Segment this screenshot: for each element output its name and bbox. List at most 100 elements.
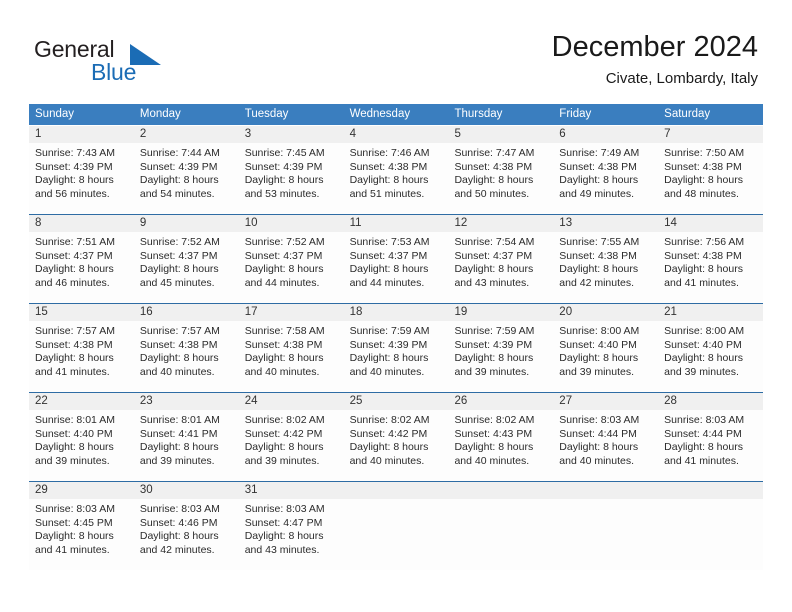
day-number[interactable]: 31 <box>239 482 344 499</box>
day-number[interactable]: 14 <box>658 215 763 232</box>
day-detail-line: and 49 minutes. <box>559 187 635 200</box>
day-number[interactable]: 24 <box>239 393 344 410</box>
day-number[interactable]: 16 <box>134 304 239 321</box>
page-title: December 2024 <box>551 31 758 63</box>
day-cell[interactable]: Sunrise: 7:52 AM Sunset: 4:37 PM Daylight:… <box>239 232 344 303</box>
day-cell[interactable]: Sunrise: 8:03 AM Sunset: 4:45 PM Daylight:… <box>29 499 134 570</box>
day-cell[interactable]: Sunrise: 8:00 AM Sunset: 4:40 PM Daylight:… <box>658 321 763 392</box>
day-cell[interactable]: Sunrise: 7:51 AM Sunset: 4:37 PM Daylight:… <box>29 232 134 303</box>
day-cell[interactable]: Sunrise: 8:03 AM Sunset: 4:44 PM Daylight:… <box>658 410 763 481</box>
day-number[interactable]: 23 <box>134 393 239 410</box>
day-number[interactable]: 29 <box>29 482 134 499</box>
day-number-empty <box>448 482 553 499</box>
day-detail-line: Sunrise: 7:53 AM <box>349 236 430 248</box>
day-number[interactable]: 28 <box>658 393 763 410</box>
day-detail-line: Daylight: 8 hours <box>139 441 219 454</box>
day-number[interactable]: 11 <box>344 215 449 232</box>
day-number[interactable]: 13 <box>553 215 658 232</box>
day-detail-line: Sunrise: 7:55 AM <box>559 236 640 248</box>
day-detail-line: Daylight: 8 hours <box>244 174 324 187</box>
day-number-empty <box>344 482 449 499</box>
day-detail-line: Sunrise: 7:43 AM <box>35 147 115 159</box>
day-cell[interactable]: Sunrise: 7:53 AM Sunset: 4:37 PM Daylight:… <box>344 232 449 303</box>
day-number-strip: 8 9 10 11 12 13 14 <box>29 215 763 232</box>
day-cell[interactable]: Sunrise: 7:59 AM Sunset: 4:39 PM Daylight:… <box>448 321 553 392</box>
day-detail-line: and 40 minutes. <box>139 365 215 378</box>
day-cell[interactable]: Sunrise: 7:57 AM Sunset: 4:38 PM Daylight:… <box>29 321 134 392</box>
day-cell[interactable]: Sunrise: 8:03 AM Sunset: 4:44 PM Daylight:… <box>553 410 658 481</box>
day-number[interactable]: 5 <box>448 126 553 143</box>
day-cell[interactable]: Sunrise: 7:56 AM Sunset: 4:38 PM Daylight:… <box>658 232 763 303</box>
day-cell[interactable]: Sunrise: 7:52 AM Sunset: 4:37 PM Daylight:… <box>134 232 239 303</box>
calendar-week-row: 8 9 10 11 12 13 14 Sunrise: 7:51 AM Sunset: 4:37… <box>29 214 763 303</box>
calendar-weeks: 1 2 3 4 5 6 7 Sunrise: 7:43 AM Sunset: 4:39 PM Da… <box>29 125 763 570</box>
day-detail-line: Sunrise: 7:58 AM <box>244 325 325 337</box>
day-detail-line: and 50 minutes. <box>454 187 530 200</box>
day-detail-line: Daylight: 8 hours <box>454 352 534 365</box>
day-cell[interactable]: Sunrise: 8:01 AM Sunset: 4:41 PM Daylight:… <box>134 410 239 481</box>
calendar-week-row: 1 2 3 4 5 6 7 Sunrise: 7:43 AM Sunset: 4:39 PM Da… <box>29 125 763 214</box>
day-number[interactable]: 7 <box>658 126 763 143</box>
day-number-empty <box>553 482 658 499</box>
day-cell[interactable]: Sunrise: 8:02 AM Sunset: 4:43 PM Daylight:… <box>448 410 553 481</box>
day-detail-line: Sunset: 4:45 PM <box>35 516 113 529</box>
day-detail-line: and 40 minutes. <box>559 454 635 467</box>
day-detail-strip: Sunrise: 8:01 AM Sunset: 4:40 PM Daylight:… <box>29 410 763 481</box>
day-number-strip: 15 16 17 18 19 20 21 <box>29 304 763 321</box>
day-cell[interactable]: Sunrise: 7:43 AM Sunset: 4:39 PM Daylight:… <box>29 143 134 214</box>
day-number[interactable]: 3 <box>239 126 344 143</box>
day-number[interactable]: 6 <box>553 126 658 143</box>
day-detail-line: Sunset: 4:39 PM <box>139 160 218 173</box>
day-number[interactable]: 20 <box>553 304 658 321</box>
day-number[interactable]: 19 <box>448 304 553 321</box>
day-number[interactable]: 30 <box>134 482 239 499</box>
day-cell[interactable]: Sunrise: 8:02 AM Sunset: 4:42 PM Daylight:… <box>344 410 449 481</box>
day-detail-line: and 45 minutes. <box>139 276 215 289</box>
day-number[interactable]: 2 <box>134 126 239 143</box>
day-cell[interactable]: Sunrise: 8:03 AM Sunset: 4:46 PM Daylight:… <box>134 499 239 570</box>
day-cell[interactable]: Sunrise: 8:03 AM Sunset: 4:47 PM Daylight:… <box>239 499 344 570</box>
day-detail-line: Sunset: 4:38 PM <box>139 338 218 351</box>
day-cell[interactable]: Sunrise: 7:59 AM Sunset: 4:39 PM Daylight:… <box>344 321 449 392</box>
day-detail-line: Daylight: 8 hours <box>664 263 743 276</box>
day-number[interactable]: 10 <box>239 215 344 232</box>
day-cell[interactable]: Sunrise: 8:01 AM Sunset: 4:40 PM Daylight:… <box>29 410 134 481</box>
day-detail-line: Sunset: 4:47 PM <box>244 516 323 529</box>
day-detail-line: Sunrise: 7:52 AM <box>139 236 220 248</box>
day-number[interactable]: 18 <box>344 304 449 321</box>
day-detail-line: and 44 minutes. <box>244 276 320 289</box>
day-cell[interactable]: Sunrise: 7:45 AM Sunset: 4:39 PM Daylight:… <box>239 143 344 214</box>
day-cell[interactable]: Sunrise: 7:54 AM Sunset: 4:37 PM Daylight:… <box>448 232 553 303</box>
day-number[interactable]: 8 <box>29 215 134 232</box>
day-number[interactable]: 9 <box>134 215 239 232</box>
day-cell[interactable]: Sunrise: 7:47 AM Sunset: 4:38 PM Daylight:… <box>448 143 553 214</box>
day-cell[interactable]: Sunrise: 8:02 AM Sunset: 4:42 PM Daylight:… <box>239 410 344 481</box>
day-number[interactable]: 27 <box>553 393 658 410</box>
day-number[interactable]: 15 <box>29 304 134 321</box>
day-number[interactable]: 26 <box>448 393 553 410</box>
day-cell[interactable]: Sunrise: 7:49 AM Sunset: 4:38 PM Daylight:… <box>553 143 658 214</box>
day-detail-line: Sunset: 4:44 PM <box>559 427 637 440</box>
day-number[interactable]: 12 <box>448 215 553 232</box>
day-cell[interactable]: Sunrise: 8:00 AM Sunset: 4:40 PM Daylight:… <box>553 321 658 392</box>
day-cell[interactable]: Sunrise: 7:57 AM Sunset: 4:38 PM Daylight:… <box>134 321 239 392</box>
day-cell[interactable]: Sunrise: 7:44 AM Sunset: 4:39 PM Daylight:… <box>134 143 239 214</box>
day-cell[interactable]: Sunrise: 7:55 AM Sunset: 4:38 PM Daylight:… <box>553 232 658 303</box>
day-number[interactable]: 21 <box>658 304 763 321</box>
day-number[interactable]: 25 <box>344 393 449 410</box>
day-number[interactable]: 1 <box>29 126 134 143</box>
day-detail-line: Sunrise: 8:03 AM <box>35 503 115 515</box>
day-cell[interactable]: Sunrise: 7:50 AM Sunset: 4:38 PM Daylight:… <box>658 143 763 214</box>
day-number[interactable]: 22 <box>29 393 134 410</box>
day-detail-line: Sunset: 4:40 PM <box>559 338 637 351</box>
day-cell[interactable]: Sunrise: 7:46 AM Sunset: 4:38 PM Daylight:… <box>344 143 449 214</box>
day-detail-line: Sunrise: 8:02 AM <box>244 414 325 426</box>
day-detail-line: and 39 minutes. <box>454 365 530 378</box>
day-number[interactable]: 17 <box>239 304 344 321</box>
day-number[interactable]: 4 <box>344 126 449 143</box>
day-detail-line: Sunrise: 7:54 AM <box>454 236 535 248</box>
day-cell[interactable]: Sunrise: 7:58 AM Sunset: 4:38 PM Daylight:… <box>239 321 344 392</box>
day-detail-line: Sunset: 4:42 PM <box>349 427 428 440</box>
weekday-header-sunday: Sunday <box>35 108 75 120</box>
brand-logo[interactable]: General Blue <box>34 36 234 86</box>
